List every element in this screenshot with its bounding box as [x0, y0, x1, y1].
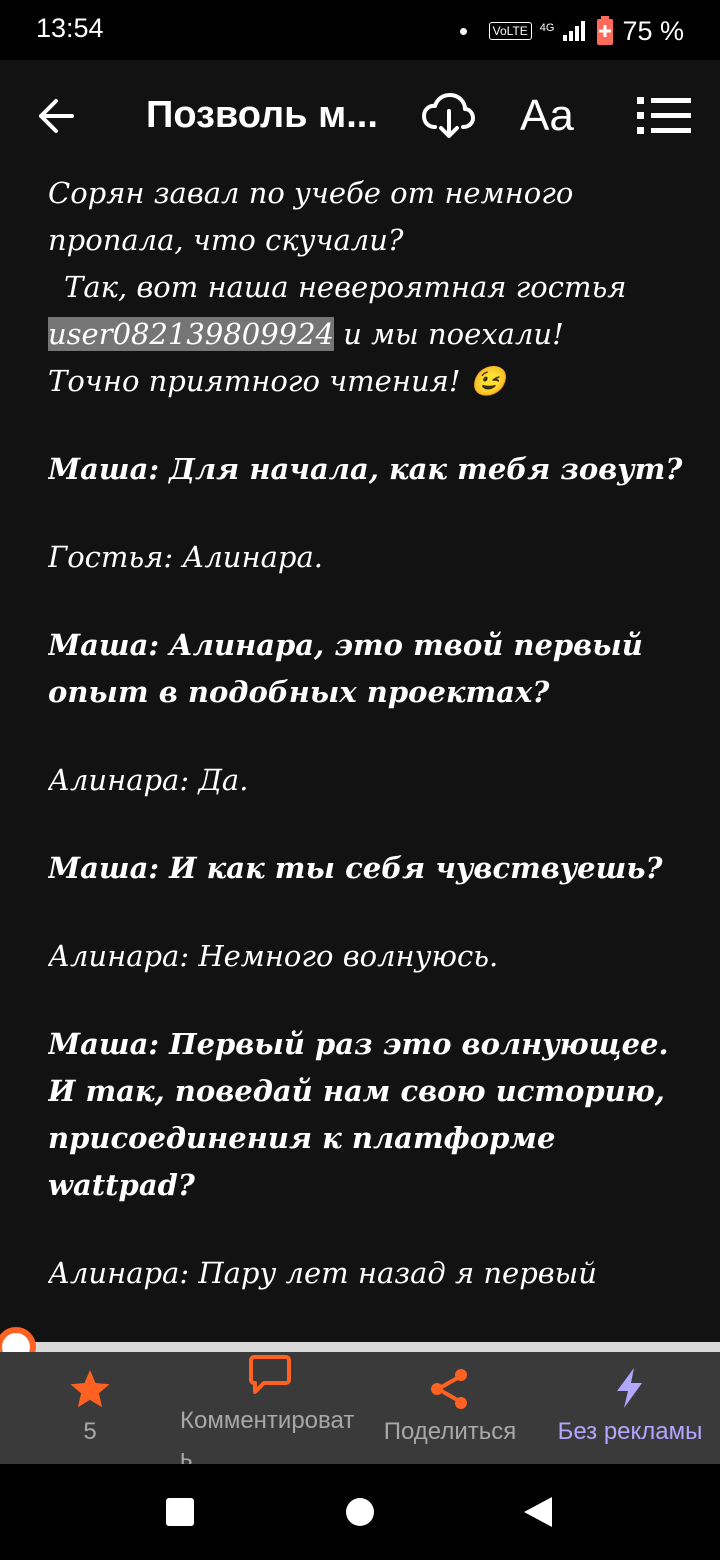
- battery-percent: 75 %: [622, 15, 684, 46]
- table-of-contents-button[interactable]: [632, 90, 696, 142]
- status-icons: VoLTE 4G 75 %: [459, 12, 684, 50]
- share-label: Поделиться: [383, 1418, 517, 1445]
- story-content[interactable]: Сорян завал по учебе от немного пропала,…: [48, 170, 688, 1342]
- reading-progress-track[interactable]: [0, 1342, 720, 1352]
- answer-paragraph: Алинара: Да.: [48, 763, 249, 797]
- arrow-left-icon: [39, 99, 74, 133]
- battery-icon: [597, 16, 614, 45]
- system-navigation-bar: [0, 1464, 720, 1560]
- font-settings-button[interactable]: Aa: [520, 90, 574, 142]
- network-type: 4G: [539, 22, 555, 34]
- story-title: Позволь м...: [146, 94, 378, 136]
- back-nav-button[interactable]: [522, 1496, 554, 1528]
- intro-line: Так, вот наша невероятная гостья: [64, 270, 627, 304]
- download-button[interactable]: [418, 88, 478, 144]
- answer-paragraph: Гостья: Алинара.: [48, 540, 323, 574]
- status-bar: 13:54 VoLTE 4G 75 %: [0, 0, 720, 60]
- cloud-download-icon: [422, 93, 475, 138]
- user-mention[interactable]: user082139809924: [48, 317, 334, 351]
- question-paragraph: Маша: Для начала, как тебя зовут?: [48, 452, 683, 486]
- share-icon: [431, 1369, 467, 1409]
- status-time: 13:54: [36, 13, 104, 43]
- story-action-bar: 5 Комментировать Поделиться Без рекламы: [0, 1352, 720, 1472]
- triangle-back-icon: [524, 1497, 552, 1527]
- vote-count: 5: [83, 1418, 97, 1445]
- vote-button[interactable]: 5: [0, 1352, 180, 1464]
- share-button[interactable]: Поделиться: [360, 1352, 540, 1464]
- question-paragraph: Маша: И как ты себя чувствуешь?: [48, 851, 663, 885]
- intro-line: Точно приятного чтения! 😉: [48, 364, 506, 398]
- question-paragraph: Маша: Первый раз это волнующее. И так, п…: [48, 1027, 669, 1202]
- reader-toolbar: Позволь м... Aa: [0, 60, 720, 172]
- comment-icon: [249, 1355, 291, 1394]
- home-button[interactable]: [346, 1498, 374, 1526]
- list-icon: [637, 97, 691, 134]
- star-icon: [70, 1370, 110, 1408]
- lightning-bolt-icon: [617, 1368, 642, 1408]
- recents-button[interactable]: [166, 1498, 194, 1526]
- no-ads-button[interactable]: Без рекламы: [540, 1352, 720, 1464]
- answer-paragraph: Алинара: Немного волнуюсь.: [48, 939, 499, 973]
- signal-icon: [563, 21, 586, 41]
- intro-line: и мы поехали!: [334, 317, 564, 351]
- notification-dot-icon: [459, 27, 467, 35]
- no-ads-label: Без рекламы: [557, 1418, 703, 1445]
- intro-line: Сорян завал по учебе от немного пропала,…: [48, 176, 574, 257]
- comment-button[interactable]: Комментировать: [180, 1352, 360, 1472]
- intro-paragraph: Сорян завал по учебе от немного пропала,…: [48, 170, 688, 405]
- volte-badge: VoLTE: [488, 22, 532, 40]
- question-paragraph: Маша: Алинара, это твой первый опыт в по…: [48, 628, 643, 709]
- back-button[interactable]: [30, 90, 82, 142]
- answer-paragraph: Алинара: Пару лет назад я первый: [48, 1256, 597, 1290]
